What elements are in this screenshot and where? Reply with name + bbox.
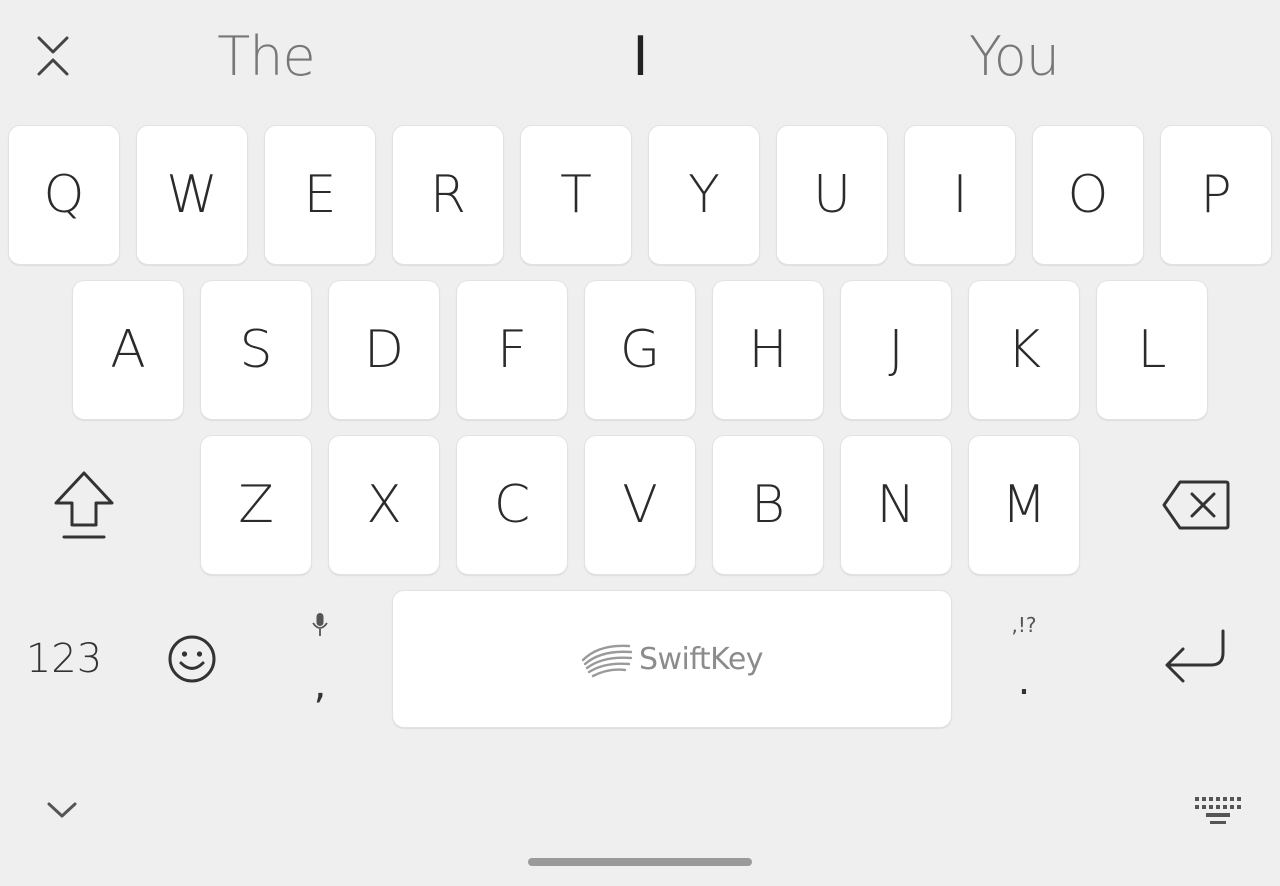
key-z[interactable]: Z xyxy=(200,435,312,575)
space-key[interactable]: SwiftKey xyxy=(392,590,952,728)
comma-label: , xyxy=(313,662,327,708)
period-key[interactable]: ,!? . xyxy=(968,590,1080,728)
collapse-arrows-icon xyxy=(37,36,69,76)
hide-keyboard-button[interactable] xyxy=(34,784,90,836)
key-w[interactable]: W xyxy=(136,125,248,265)
key-q[interactable]: Q xyxy=(8,125,120,265)
suggestion-center[interactable]: I xyxy=(524,18,756,94)
numbers-key[interactable]: 123 xyxy=(8,590,120,728)
key-y[interactable]: Y xyxy=(648,125,760,265)
suggestion-left[interactable]: The xyxy=(150,18,382,94)
key-b[interactable]: B xyxy=(712,435,824,575)
swiftkey-logo-icon xyxy=(581,644,633,678)
keyboard-icon xyxy=(1195,797,1241,824)
keyboard-switch-button[interactable] xyxy=(1186,784,1250,836)
punctuation-hint: ,!? xyxy=(1011,613,1037,637)
key-g[interactable]: G xyxy=(584,280,696,420)
shift-icon xyxy=(54,471,114,539)
key-c[interactable]: C xyxy=(456,435,568,575)
key-l[interactable]: L xyxy=(1096,280,1208,420)
key-h[interactable]: H xyxy=(712,280,824,420)
emoji-key[interactable] xyxy=(136,590,248,728)
key-k[interactable]: K xyxy=(968,280,1080,420)
key-s[interactable]: S xyxy=(200,280,312,420)
key-o[interactable]: O xyxy=(1032,125,1144,265)
chevron-down-icon xyxy=(47,802,77,818)
key-x[interactable]: X xyxy=(328,435,440,575)
key-m[interactable]: M xyxy=(968,435,1080,575)
microphone-icon xyxy=(312,613,328,636)
key-j[interactable]: J xyxy=(840,280,952,420)
comma-key[interactable]: , xyxy=(264,590,376,728)
enter-key[interactable] xyxy=(1132,590,1260,728)
key-t[interactable]: T xyxy=(520,125,632,265)
backspace-key[interactable] xyxy=(1132,435,1260,575)
key-i[interactable]: I xyxy=(904,125,1016,265)
shift-key[interactable] xyxy=(20,435,148,575)
key-n[interactable]: N xyxy=(840,435,952,575)
emoji-icon xyxy=(168,635,216,683)
suggestion-right[interactable]: You xyxy=(898,18,1130,94)
enter-icon xyxy=(1165,629,1225,683)
collapse-toolbar-button[interactable] xyxy=(22,24,84,88)
space-brand-label: SwiftKey xyxy=(638,641,764,677)
home-indicator[interactable] xyxy=(528,858,752,866)
key-r[interactable]: R xyxy=(392,125,504,265)
key-e[interactable]: E xyxy=(264,125,376,265)
key-v[interactable]: V xyxy=(584,435,696,575)
backspace-icon xyxy=(1162,480,1230,530)
period-label: . xyxy=(1017,658,1031,704)
key-u[interactable]: U xyxy=(776,125,888,265)
key-a[interactable]: A xyxy=(72,280,184,420)
key-p[interactable]: P xyxy=(1160,125,1272,265)
key-d[interactable]: D xyxy=(328,280,440,420)
key-f[interactable]: F xyxy=(456,280,568,420)
